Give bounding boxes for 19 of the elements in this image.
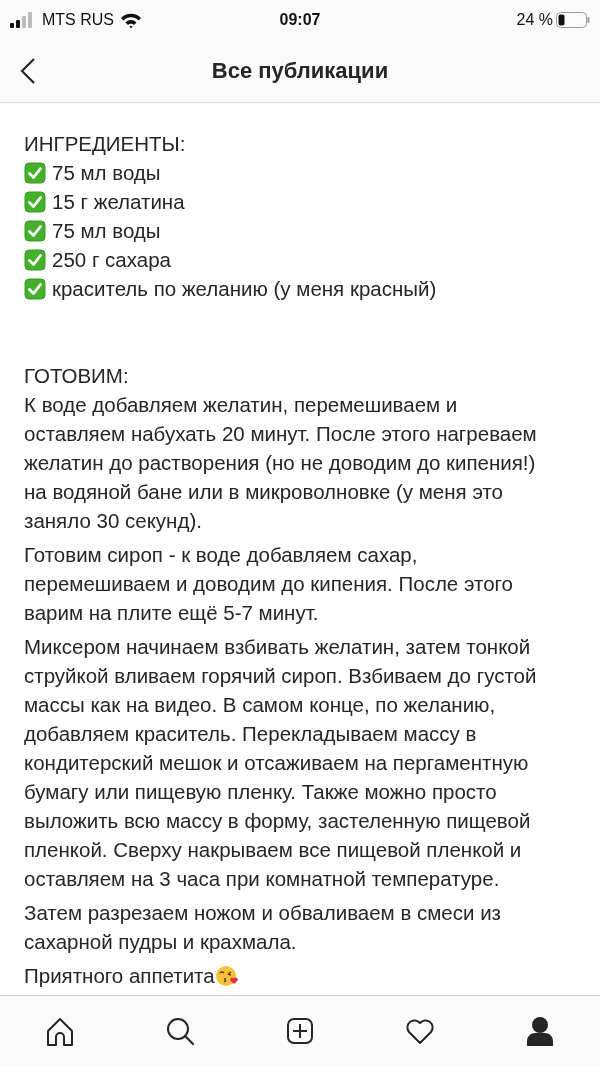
step-paragraph: Затем разрезаем ножом и обваливаем в смеси из сахарной пудры и крахмала. <box>24 900 502 955</box>
ingredient-text: 75 мл воды <box>52 218 161 244</box>
section-heading: ИНГРЕДИЕНТЫ: <box>24 131 187 157</box>
carrier-name: MTS RUS <box>42 11 114 29</box>
closing-text: Приятного аппетита <box>24 963 215 989</box>
step-paragraph: К воде добавляем желатин, перемешиваем и оставляем набухать 20 минут. После этого нагреваем желатин до растворения (но не доводим до кипения!) на водяной бане или в микроволновке (у меня это заняло 30 секунд). <box>24 392 538 534</box>
wifi-icon <box>120 11 142 29</box>
section-heading: ГОТОВИМ: <box>24 363 130 389</box>
ingredient-text: 250 г сахара <box>52 247 171 273</box>
ingredient-text: краситель по желанию (у меня красный) <box>52 276 437 302</box>
clock-time: 09:07 <box>278 11 322 29</box>
page-title: Все публикации <box>211 58 389 83</box>
ingredient-text: 15 г желатина <box>52 189 185 215</box>
step-paragraph: Миксером начинаем взбивать желатин, затем тонкой струйкой вливаем горячий сироп. Взбиваем до густой массы как на видео. В самом конце, по желанию, добавляем краситель. Перекладываем массу в кондитерский мешок и отсаживаем на пергаментную бумагу или пищевую пленку. Также можно просто выложить всю массу в форму, застеленную пищевой пленкой. Сверху накрываем все пищевой пленкой и оставляем на 3 часа при комнатной температуре. <box>24 634 538 892</box>
battery-icon <box>556 12 590 28</box>
battery-percent: 24 % <box>516 11 553 29</box>
step-paragraph: Готовим сироп - к воде добавляем сахар, перемешиваем и доводим до кипения. После этого варим на плите ещё 5-7 минут. <box>24 542 514 626</box>
kiss-face-icon <box>214 963 239 988</box>
ingredient-text: 75 мл воды <box>52 160 161 186</box>
